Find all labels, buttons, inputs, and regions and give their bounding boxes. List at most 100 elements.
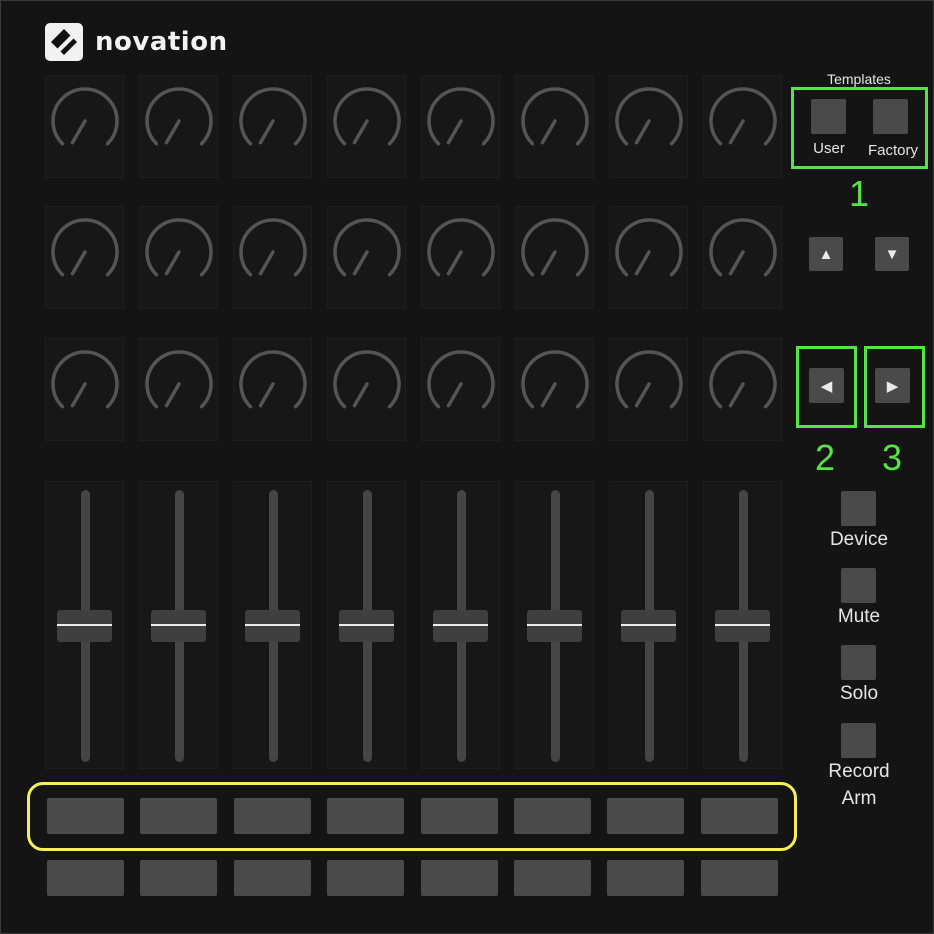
factory-template-button[interactable] [873, 99, 908, 134]
knob-ring [615, 87, 683, 146]
top-row-pad[interactable] [234, 798, 311, 834]
knob-ring [51, 218, 119, 277]
down-arrow-icon: ▼ [884, 245, 900, 263]
fader-handle[interactable] [245, 610, 300, 642]
mute-button[interactable] [841, 568, 876, 603]
right-button[interactable]: ▶ [875, 368, 910, 403]
knob-icon[interactable] [426, 86, 498, 158]
knob-icon[interactable] [144, 349, 216, 421]
templates-title: Templates [827, 71, 891, 87]
knob-icon[interactable] [144, 86, 216, 158]
top-row-pad[interactable] [47, 798, 124, 834]
knob-icon[interactable] [520, 86, 592, 158]
annotation-marker-2: 2 [814, 437, 836, 478]
top-row-pad[interactable] [421, 798, 498, 834]
solo-button[interactable] [841, 645, 876, 680]
fader-handle-line [339, 624, 394, 626]
knob-icon[interactable] [520, 349, 592, 421]
bottom-row-pad[interactable] [701, 860, 778, 896]
knob-icon[interactable] [238, 217, 310, 289]
device-button[interactable] [841, 491, 876, 526]
fader [609, 481, 688, 769]
knob-icon[interactable] [50, 217, 122, 289]
user-template-label: User [813, 140, 845, 157]
left-button[interactable]: ◀ [809, 368, 844, 403]
knob-icon[interactable] [332, 86, 404, 158]
bottom-row-pad[interactable] [514, 860, 591, 896]
knob-pointer [70, 119, 87, 145]
fader [139, 481, 218, 769]
knob-ring [709, 350, 777, 409]
knob-pointer [540, 119, 557, 145]
knob-pointer [352, 119, 369, 145]
knob-ring [333, 218, 401, 277]
bottom-row-pad[interactable] [47, 860, 124, 896]
fader-handle-line [433, 624, 488, 626]
knob-icon[interactable] [332, 349, 404, 421]
knob-ring [521, 218, 589, 277]
fader [421, 481, 500, 769]
down-button[interactable]: ▼ [875, 237, 909, 271]
knob-cell [515, 338, 594, 441]
top-row-pad[interactable] [514, 798, 591, 834]
knob-ring [239, 218, 307, 277]
knob-icon[interactable] [238, 86, 310, 158]
knob-icon[interactable] [144, 217, 216, 289]
knob-pointer [70, 250, 87, 276]
fader-handle[interactable] [621, 610, 676, 642]
knob-icon[interactable] [614, 217, 686, 289]
fader [327, 481, 406, 769]
user-template-button[interactable] [811, 99, 846, 134]
up-button[interactable]: ▲ [809, 237, 843, 271]
fader-handle-line [621, 624, 676, 626]
knob-ring [51, 87, 119, 146]
knob-pointer [446, 119, 463, 145]
fader-handle[interactable] [57, 610, 112, 642]
knob-ring [427, 218, 495, 277]
bottom-row-pad[interactable] [234, 860, 311, 896]
knob-cell [139, 338, 218, 441]
knob-pointer [70, 382, 87, 408]
knob-icon[interactable] [708, 217, 780, 289]
factory-template-label: Factory [867, 142, 918, 159]
bottom-row-pad[interactable] [140, 860, 217, 896]
controller-panel: novation Templates User Factory 1 ▲ ▼ ◀ … [0, 0, 934, 934]
knob-icon[interactable] [614, 86, 686, 158]
knob-icon[interactable] [50, 86, 122, 158]
knob-ring [521, 87, 589, 146]
fader-handle[interactable] [433, 610, 488, 642]
knob-icon[interactable] [238, 349, 310, 421]
knob-cell [45, 75, 124, 178]
knob-cell [703, 75, 782, 178]
knob-pointer [446, 250, 463, 276]
knob-icon[interactable] [426, 349, 498, 421]
fader-handle-line [151, 624, 206, 626]
knob-pointer [258, 382, 275, 408]
right-arrow-icon: ▶ [886, 377, 899, 395]
top-row-pad[interactable] [607, 798, 684, 834]
bottom-row-pad[interactable] [421, 860, 498, 896]
top-row-pad[interactable] [140, 798, 217, 834]
knob-icon[interactable] [332, 217, 404, 289]
knob-icon[interactable] [614, 349, 686, 421]
fader-handle[interactable] [527, 610, 582, 642]
top-row-pad[interactable] [327, 798, 404, 834]
fader-handle-line [527, 624, 582, 626]
device-label: Device [829, 529, 889, 550]
bottom-row-pad[interactable] [327, 860, 404, 896]
fader-handle[interactable] [339, 610, 394, 642]
knob-cell [609, 75, 688, 178]
fader-handle[interactable] [715, 610, 770, 642]
record-arm-button[interactable] [841, 723, 876, 758]
knob-icon[interactable] [708, 349, 780, 421]
fader-handle-line [245, 624, 300, 626]
knob-icon[interactable] [708, 86, 780, 158]
knob-icon[interactable] [426, 217, 498, 289]
top-row-pad[interactable] [701, 798, 778, 834]
knob-cell [703, 206, 782, 309]
annotation-marker-1: 1 [848, 173, 870, 214]
fader-handle[interactable] [151, 610, 206, 642]
knob-icon[interactable] [520, 217, 592, 289]
knob-icon[interactable] [50, 349, 122, 421]
bottom-row-pad[interactable] [607, 860, 684, 896]
